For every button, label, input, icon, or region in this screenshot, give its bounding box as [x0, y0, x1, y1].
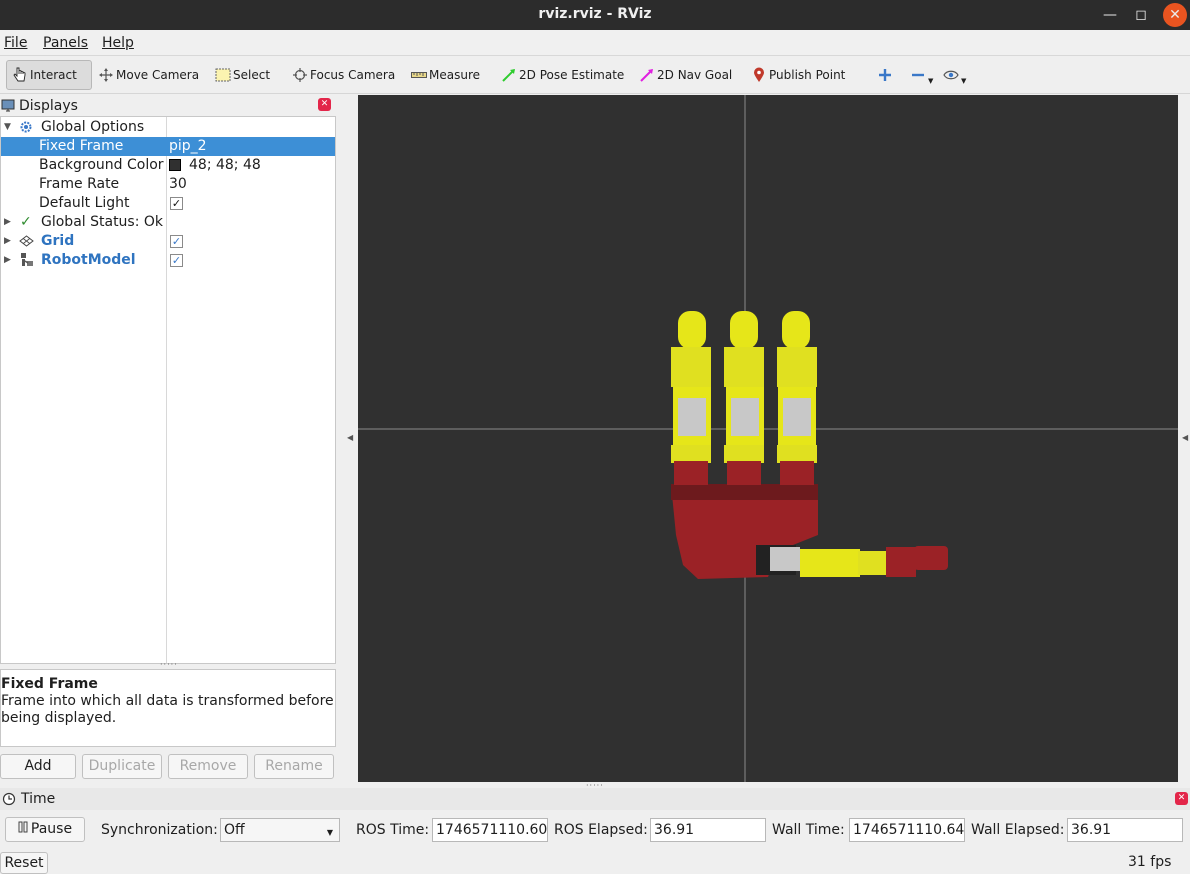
tree-row-global-options[interactable]: ▼ Global Options [1, 118, 335, 137]
robot-hand-model [671, 311, 948, 579]
maximize-icon[interactable]: ◻ [1126, 0, 1156, 30]
tree-row-background-color[interactable]: Background Color 48; 48; 48 [1, 156, 335, 175]
nav-goal-tool-button[interactable]: 2D Nav Goal [634, 60, 736, 90]
measure-tool-button[interactable]: Measure [406, 60, 484, 90]
views-tool-button[interactable]: ▼ [938, 60, 970, 90]
expand-arrow-icon[interactable]: ▼ [4, 118, 11, 137]
status-bar: Reset 31 fps [0, 850, 1190, 874]
interact-tool-button[interactable]: Interact [6, 60, 92, 90]
displays-panel: Displays ✕ ▼ Global Options Fixed Frame … [0, 95, 336, 787]
description-title: Fixed Frame [1, 676, 98, 692]
collapse-arrow-icon[interactable]: ▶ [4, 213, 11, 232]
fps-counter: 31 fps [1128, 854, 1172, 870]
render-view[interactable] [358, 95, 1178, 782]
title-bar: rviz.rviz - RViz — ◻ ✕ [0, 0, 1190, 30]
tree-row-grid[interactable]: ▶ Grid ✓ [1, 232, 335, 251]
eye-icon [942, 67, 960, 83]
monitor-icon [1, 99, 15, 113]
move-camera-tool-button[interactable]: Move Camera [93, 60, 203, 90]
ros-time-label: ROS Time: [356, 822, 430, 838]
finger-3 [777, 311, 817, 485]
finger-2 [724, 311, 764, 485]
displays-header: Displays ✕ [0, 95, 336, 116]
ruler-icon [410, 67, 428, 83]
menu-file[interactable]: File [4, 35, 27, 51]
robot-icon [19, 252, 35, 274]
dropdown-arrow-icon: ▼ [928, 77, 934, 85]
time-title: Time [21, 791, 56, 807]
crosshair-icon [291, 67, 309, 83]
hand-cursor-icon [11, 67, 29, 83]
clock-icon [2, 792, 16, 806]
tree-row-fixed-frame[interactable]: Fixed Frame pip_2 [1, 137, 335, 156]
reset-button[interactable]: Reset [0, 852, 48, 874]
tree-row-global-status[interactable]: ▶ ✓ Global Status: Ok [1, 213, 335, 232]
default-light-checkbox[interactable]: ✓ [170, 197, 183, 210]
collapse-arrow-icon[interactable]: ▶ [4, 251, 11, 270]
remove-tool-button[interactable]: ▼ [905, 60, 937, 90]
wall-elapsed-label: Wall Elapsed: [971, 822, 1065, 838]
map-pin-icon [750, 67, 768, 83]
ros-elapsed-field[interactable]: 36.91 [650, 818, 766, 842]
ros-elapsed-label: ROS Elapsed: [554, 822, 648, 838]
pause-button[interactable]: Pause [5, 817, 85, 842]
pose-estimate-tool-button[interactable]: 2D Pose Estimate [496, 60, 628, 90]
menu-help[interactable]: Help [102, 35, 134, 51]
plus-icon [876, 67, 894, 83]
robot-model-checkbox[interactable]: ✓ [170, 254, 183, 267]
render-canvas[interactable] [358, 95, 1178, 782]
publish-point-tool-button[interactable]: Publish Point [746, 60, 849, 90]
remove-button[interactable]: Remove [168, 754, 248, 779]
wall-time-label: Wall Time: [772, 822, 845, 838]
menu-bar: File Panels Help [0, 30, 1190, 56]
wall-elapsed-field[interactable]: 36.91 [1067, 818, 1183, 842]
splitter-handle[interactable]: ····· [160, 660, 178, 669]
checkmark-icon: ✓ [20, 214, 32, 230]
move-arrows-icon [97, 67, 115, 83]
color-swatch[interactable] [169, 159, 181, 171]
collapse-arrow-icon[interactable]: ▶ [4, 232, 11, 251]
ros-time-field[interactable]: 1746571110.60 [432, 818, 548, 842]
rename-button[interactable]: Rename [254, 754, 334, 779]
chevron-down-icon: ▼ [326, 828, 333, 837]
description-box: Fixed Frame Frame into which all data is… [0, 669, 336, 747]
menu-panels[interactable]: Panels [43, 35, 88, 51]
sync-select[interactable]: Off ▼ [220, 818, 340, 842]
time-panel: Pause Synchronization: Off ▼ ROS Time: 1… [0, 810, 1190, 850]
magenta-arrow-icon [638, 67, 656, 83]
sync-label: Synchronization: [101, 822, 218, 838]
close-time-icon[interactable]: ✕ [1175, 792, 1188, 805]
window-title: rviz.rviz - RViz [538, 6, 652, 22]
finger-1 [671, 311, 711, 485]
select-box-icon [214, 67, 232, 83]
pause-icon [18, 818, 28, 841]
minus-icon [909, 67, 927, 83]
minimize-icon[interactable]: — [1095, 0, 1125, 30]
collapse-left-arrow-icon[interactable]: ◀ [347, 433, 353, 442]
focus-camera-tool-button[interactable]: Focus Camera [287, 60, 399, 90]
toolbar: Interact Move Camera Select Focus Camera… [0, 56, 1190, 94]
grid-checkbox[interactable]: ✓ [170, 235, 183, 248]
displays-tree: ▼ Global Options Fixed Frame pip_2 Backg… [0, 116, 336, 664]
displays-title: Displays [19, 97, 78, 114]
tree-row-default-light[interactable]: Default Light ✓ [1, 194, 335, 213]
add-tool-button[interactable] [872, 60, 899, 90]
tree-row-frame-rate[interactable]: Frame Rate 30 [1, 175, 335, 194]
tree-row-robot-model[interactable]: ▶ RobotModel ✓ [1, 251, 335, 270]
wall-time-field[interactable]: 1746571110.64 [849, 818, 965, 842]
palm-edge [671, 484, 818, 500]
add-button[interactable]: Add [0, 754, 76, 779]
thumb [756, 545, 948, 577]
select-tool-button[interactable]: Select [210, 60, 274, 90]
dropdown-arrow-icon: ▼ [961, 77, 967, 85]
description-text: Frame into which all data is transformed… [1, 693, 334, 726]
close-displays-icon[interactable]: ✕ [318, 98, 331, 111]
close-icon[interactable]: ✕ [1163, 3, 1187, 27]
time-panel-header: Time ✕ [0, 788, 1190, 810]
green-arrow-icon [500, 67, 518, 83]
duplicate-button[interactable]: Duplicate [82, 754, 162, 779]
collapse-right-arrow-icon[interactable]: ◀ [1182, 433, 1188, 442]
